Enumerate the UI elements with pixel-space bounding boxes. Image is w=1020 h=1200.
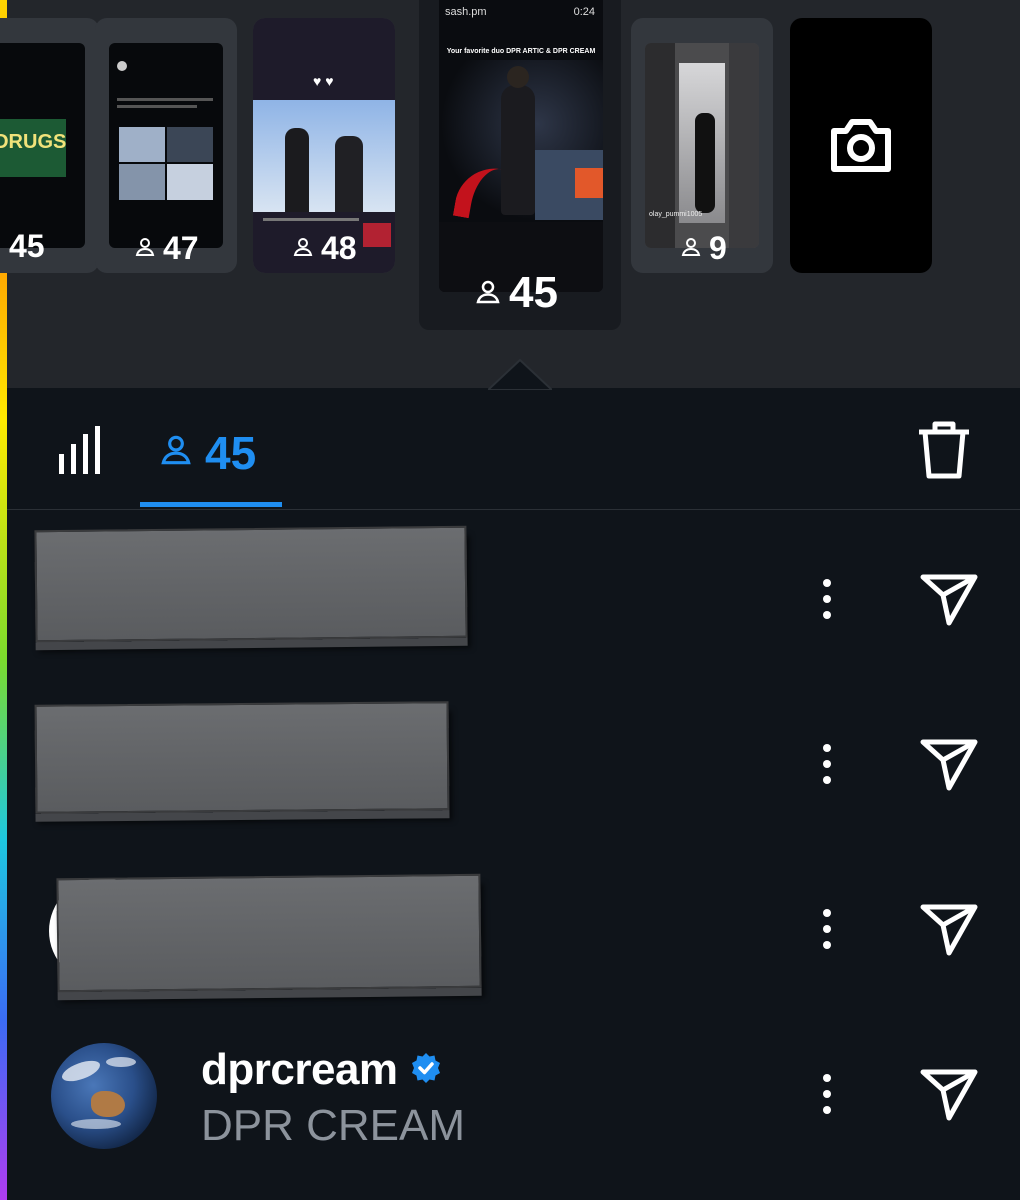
viewers-panel: 45 dprcream DPR CREAM [7, 358, 1020, 1200]
send-icon [919, 574, 979, 631]
viewer-count: 47 [133, 230, 199, 267]
more-icon [817, 1074, 837, 1128]
trash-icon [917, 421, 971, 484]
redaction-box [34, 525, 468, 643]
send-icon [919, 904, 979, 961]
delete-story-button[interactable] [917, 420, 977, 482]
send-icon [919, 1069, 979, 1126]
viewer-count: 45 [9, 228, 45, 264]
story-thumbnail: olay_pummi1005 [645, 43, 759, 248]
add-story-camera-button[interactable] [790, 18, 932, 273]
story-tray: O DRUGS 45 47 ♥ ♥ [0, 0, 1020, 388]
more-options-button[interactable] [817, 1070, 837, 1124]
viewers-icon [291, 230, 315, 267]
panel-tabs: 45 [7, 388, 1020, 508]
story-card-1[interactable]: O DRUGS 45 [0, 18, 99, 273]
avatar[interactable] [51, 1043, 157, 1149]
selection-pointer [488, 358, 552, 390]
send-button[interactable] [919, 1068, 979, 1122]
send-icon [919, 739, 979, 796]
camera-icon [828, 115, 894, 180]
story-card-2[interactable]: 47 [95, 18, 237, 273]
verified-badge-icon [410, 1045, 442, 1095]
viewer-row[interactable] [7, 518, 1020, 683]
bar-chart-icon [59, 426, 103, 479]
story-card-3[interactable]: ♥ ♥ 48 [253, 18, 395, 273]
tab-insights[interactable] [47, 418, 117, 488]
tabs-divider [7, 509, 1020, 510]
story-account: sash.pm [445, 6, 487, 18]
story-overlay-text: Your favorite duo DPR ARTIC & DPR CREAM [446, 48, 596, 55]
story-card-5[interactable]: olay_pummi1005 9 [631, 18, 773, 273]
more-options-button[interactable] [817, 740, 837, 794]
send-button[interactable] [919, 573, 979, 627]
redaction-box [34, 701, 450, 814]
active-tab-indicator [140, 502, 282, 507]
more-icon [817, 744, 837, 798]
viewer-username[interactable]: dprcream [201, 1045, 442, 1095]
viewer-row[interactable]: dprcream DPR CREAM [7, 1013, 1020, 1178]
story-time: 0:24 [573, 6, 595, 18]
story-caption: olay_pummi1005 [649, 211, 703, 218]
send-button[interactable] [919, 903, 979, 957]
story-thumbnail: sash.pm 0:24 Your favorite duo DPR ARTIC… [439, 0, 603, 292]
username-text: dprcream [201, 1045, 398, 1094]
tab-viewers[interactable]: 45 [157, 418, 256, 488]
send-button[interactable] [919, 738, 979, 792]
more-icon [817, 579, 837, 633]
viewers-icon [157, 426, 195, 480]
viewer-full-name: DPR CREAM [201, 1101, 466, 1150]
story-thumbnail [109, 43, 223, 248]
viewer-count: 45 [473, 268, 558, 318]
viewers-icon [133, 230, 157, 267]
story-card-selected[interactable]: sash.pm 0:24 Your favorite duo DPR ARTIC… [419, 0, 621, 330]
story-caption: O DRUGS [0, 131, 67, 153]
more-options-button[interactable] [817, 905, 837, 959]
viewer-count: 9 [679, 230, 727, 267]
story-thumbnail: O DRUGS [0, 43, 85, 248]
viewer-row[interactable] [7, 683, 1020, 848]
redaction-box [56, 873, 482, 993]
more-options-button[interactable] [817, 575, 837, 629]
viewer-count: 48 [291, 230, 357, 267]
more-icon [817, 909, 837, 963]
viewers-tab-count: 45 [205, 427, 257, 479]
viewer-row[interactable] [7, 848, 1020, 1013]
viewers-icon [473, 268, 503, 318]
viewers-icon [679, 230, 703, 267]
